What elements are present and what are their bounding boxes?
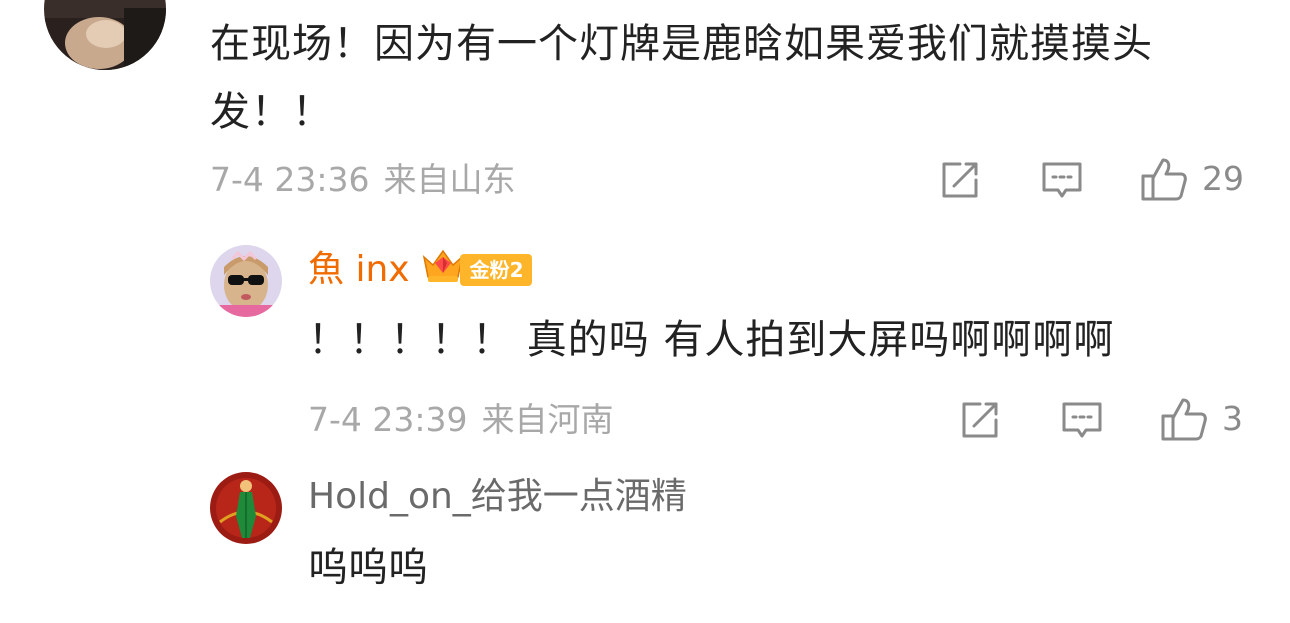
comment-2-like-count: 3 xyxy=(1222,399,1243,438)
comment-1-avatar[interactable] xyxy=(44,0,166,70)
comment-3-text: 呜呜呜 xyxy=(308,545,428,591)
comment-1-share-button[interactable] xyxy=(938,158,982,202)
comment-icon xyxy=(1060,398,1104,442)
crown-diamond-icon xyxy=(420,245,466,296)
thumbs-up-icon xyxy=(1160,396,1208,442)
comment-3-avatar[interactable] xyxy=(210,472,282,544)
fan-badge[interactable]: 金粉2 xyxy=(420,249,532,289)
comment-1-like-button[interactable]: 29 xyxy=(1140,156,1244,202)
comment-2-time: 7-4 23:39 xyxy=(308,400,468,439)
comment-2-like-button[interactable]: 3 xyxy=(1160,396,1243,442)
comment-1-like-count: 29 xyxy=(1202,159,1244,198)
thumbs-up-icon xyxy=(1140,156,1188,202)
comment-1-meta: 7-4 23:36 来自山东 xyxy=(210,160,516,200)
comment-1-location: 来自山东 xyxy=(383,160,516,199)
comment-3-username[interactable]: Hold_on_给我一点酒精 xyxy=(308,475,687,519)
share-icon xyxy=(958,398,1002,442)
comment-2-reply-button[interactable] xyxy=(1060,398,1104,442)
share-icon xyxy=(938,158,982,202)
comment-2-text: ！！！！！ 真的吗 有人拍到大屏吗啊啊啊啊 xyxy=(308,317,1115,363)
comment-2-share-button[interactable] xyxy=(958,398,1002,442)
comment-2-meta: 7-4 23:39 来自河南 xyxy=(308,400,614,440)
comment-2-username-row[interactable]: 魚 inx 金粉2 xyxy=(308,248,532,292)
comment-1-time: 7-4 23:36 xyxy=(210,160,370,199)
comment-1-text: 在现场！因为有一个灯牌是鹿晗如果爱我们就摸摸头发！！ xyxy=(210,21,1153,135)
comment-2-username[interactable]: 魚 inx xyxy=(308,248,410,292)
comment-2-location: 来自河南 xyxy=(481,400,614,439)
comment-1-reply-button[interactable] xyxy=(1040,158,1084,202)
comment-2-avatar[interactable] xyxy=(210,245,282,317)
comment-icon xyxy=(1040,158,1084,202)
fan-badge-label: 金粉2 xyxy=(459,254,532,286)
